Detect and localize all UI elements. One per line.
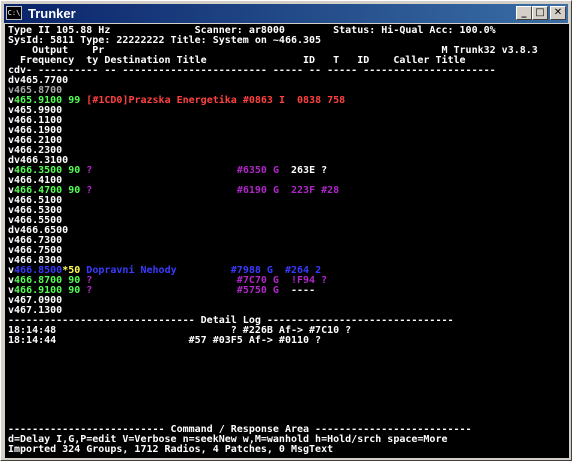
- maximize-button[interactable]: □: [532, 6, 548, 20]
- frequency-row-segment: #6350 G: [236, 165, 285, 176]
- frequency-row-segment: 263E ?: [285, 165, 328, 176]
- frequency-row-segment: #6190 G 223F #28: [236, 185, 340, 196]
- frequency-row-segment: [92, 185, 237, 196]
- frequency-row-segment: [92, 165, 237, 176]
- frequency-row-segment: 90: [62, 185, 87, 196]
- detail-log-row: 18:14:44 #57 #03F5 Af-> #0110 ?: [8, 335, 322, 346]
- frequency-row-segment: 99: [62, 95, 87, 106]
- console-area[interactable]: Type II 105.88 Hz Scanner: ar8000 Status…: [5, 24, 569, 458]
- minimize-button[interactable]: _: [516, 6, 532, 20]
- frequency-row-segment: ? #5750 G: [86, 285, 285, 296]
- frequency-row-segment: 90: [62, 285, 87, 296]
- frequency-row-segment: 90: [62, 165, 87, 176]
- frequency-row-segment: [#1CD0]Prazska Energetika #0863 I 0838 7…: [86, 95, 346, 106]
- close-button[interactable]: ✕: [550, 6, 566, 20]
- frequency-row-segment: ----: [284, 285, 316, 296]
- trunker-window: C:\ Trunker _ □ ✕ Type II 105.88 Hz Scan…: [0, 0, 572, 461]
- window-title: Trunker: [28, 6, 76, 21]
- title-bar[interactable]: C:\ Trunker _ □ ✕: [4, 4, 568, 23]
- console-app-icon[interactable]: C:\: [6, 6, 22, 20]
- command-status-line: Imported 324 Groups, 1712 Radios, 4 Patc…: [8, 444, 334, 455]
- column-separator: cdv- ---------- -- ---------------------…: [8, 65, 496, 76]
